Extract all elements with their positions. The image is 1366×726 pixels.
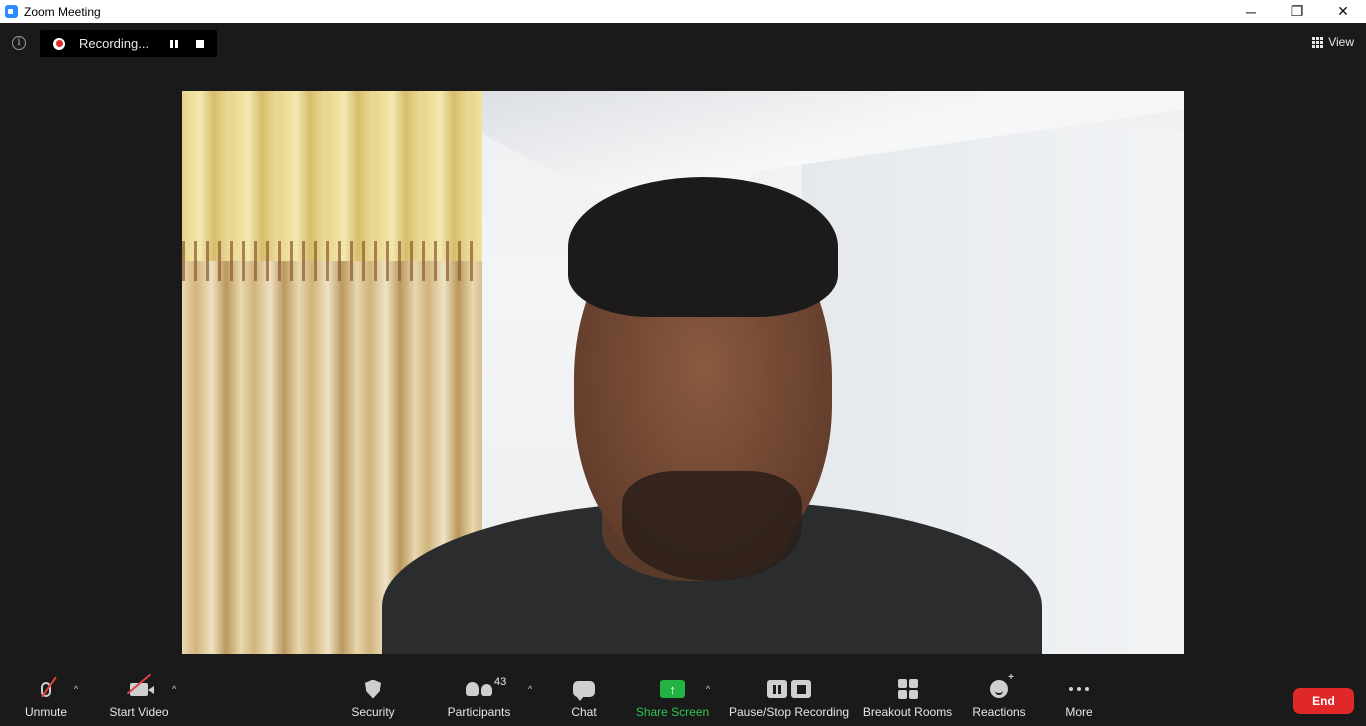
- pause-icon: [170, 39, 173, 48]
- more-label: More: [1065, 705, 1093, 719]
- breakout-rooms-label: Breakout Rooms: [862, 705, 953, 719]
- participant-hair: [568, 177, 838, 317]
- reactions-label: Reactions: [972, 705, 1026, 719]
- chat-button[interactable]: Chat: [570, 678, 598, 724]
- minimize-button[interactable]: ─: [1228, 0, 1274, 23]
- recording-dot-icon: [53, 37, 65, 50]
- recording-status-text: Recording...: [79, 36, 150, 51]
- stop-recording-button[interactable]: [187, 30, 213, 57]
- title-bar: Zoom Meeting ─ ❐ ✕: [0, 0, 1366, 23]
- camera-off-icon: [130, 678, 154, 700]
- shield-icon: [365, 678, 381, 700]
- pause-stop-recording-icon: [767, 678, 811, 700]
- recording-indicator: Recording...: [40, 30, 217, 57]
- more-icon: [1069, 678, 1089, 700]
- participant-beard: [622, 471, 802, 581]
- stop-icon: [196, 39, 204, 48]
- meeting-top-bar: i Recording... View: [0, 23, 1366, 63]
- security-button[interactable]: Security: [350, 678, 396, 724]
- start-video-button[interactable]: Start Video: [109, 678, 169, 724]
- breakout-rooms-button[interactable]: Breakout Rooms: [862, 678, 953, 724]
- chat-label: Chat: [571, 705, 597, 719]
- share-screen-icon: ↑: [660, 678, 685, 700]
- view-button[interactable]: View: [1312, 35, 1354, 49]
- chat-icon: [573, 678, 595, 701]
- reactions-button[interactable]: Reactions: [972, 672, 1026, 724]
- participants-count: 43: [494, 676, 507, 688]
- video-options-caret[interactable]: ^: [172, 684, 176, 694]
- window-controls: ─ ❐ ✕: [1228, 0, 1366, 23]
- pause-stop-recording-label: Pause/Stop Recording: [728, 705, 850, 719]
- pause-recording-button[interactable]: [161, 30, 187, 57]
- meeting-controls-toolbar: Unmute ^ Start Video ^ Security 43 Parti…: [0, 670, 1366, 726]
- participants-label: Participants: [447, 705, 511, 719]
- participants-options-caret[interactable]: ^: [528, 684, 532, 694]
- breakout-rooms-icon: [897, 678, 918, 700]
- share-options-caret[interactable]: ^: [706, 684, 710, 694]
- share-screen-button[interactable]: ↑ Share Screen: [635, 678, 710, 724]
- close-button[interactable]: ✕: [1320, 0, 1366, 23]
- unmute-label: Unmute: [24, 705, 68, 719]
- pause-stop-recording-button[interactable]: Pause/Stop Recording: [728, 678, 850, 724]
- start-video-label: Start Video: [109, 705, 169, 719]
- participants-icon: 43: [466, 676, 506, 700]
- share-screen-label: Share Screen: [635, 705, 710, 719]
- reactions-icon: [990, 672, 1014, 700]
- view-label: View: [1328, 35, 1354, 49]
- restore-button[interactable]: ❐: [1274, 0, 1320, 23]
- participant-video: [182, 91, 1184, 654]
- more-button[interactable]: More: [1064, 678, 1094, 724]
- info-icon[interactable]: i: [12, 36, 26, 50]
- video-curtain-fringe: [182, 241, 482, 281]
- pause-icon: [175, 39, 178, 48]
- zoom-app-icon: [5, 5, 18, 18]
- unmute-button[interactable]: Unmute: [24, 678, 68, 724]
- security-label: Security: [351, 705, 395, 719]
- participants-button[interactable]: 43 Participants: [447, 676, 511, 724]
- end-meeting-button[interactable]: End: [1293, 688, 1354, 714]
- window-title: Zoom Meeting: [24, 4, 101, 19]
- audio-options-caret[interactable]: ^: [74, 684, 78, 694]
- grid-view-icon: [1312, 36, 1324, 48]
- mic-muted-icon: [41, 678, 51, 700]
